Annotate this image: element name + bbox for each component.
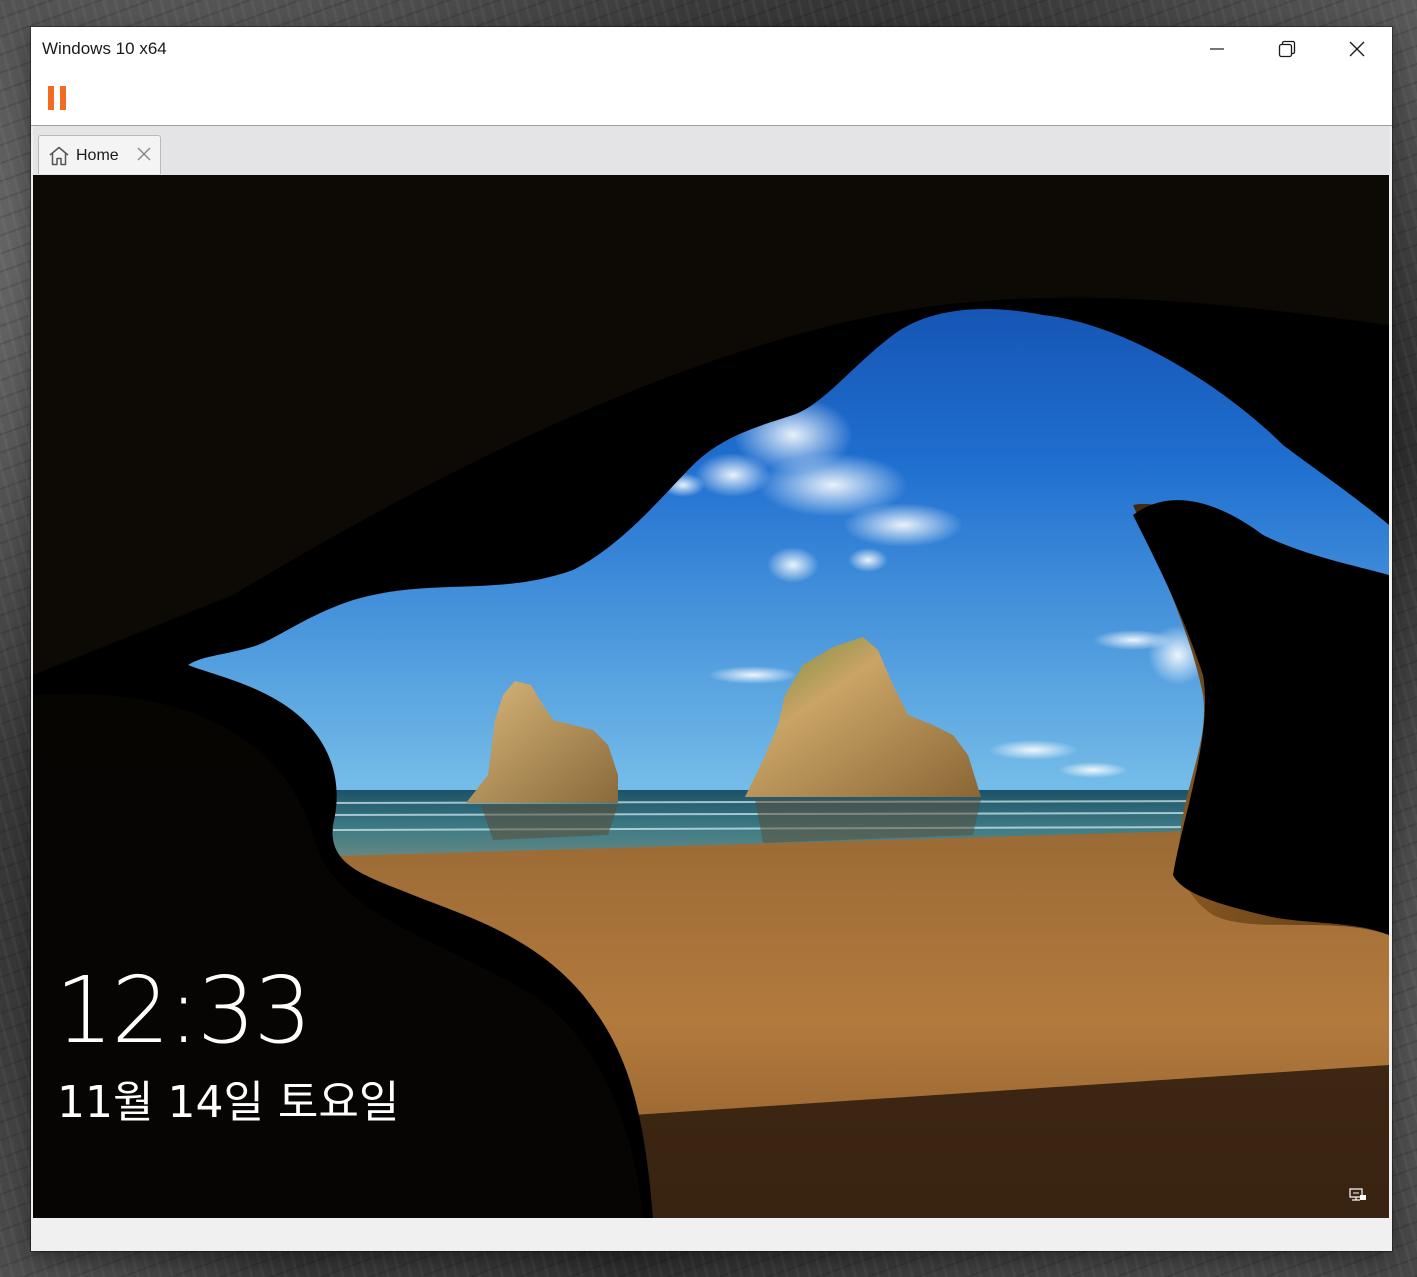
home-icon — [49, 146, 69, 166]
restore-icon — [1278, 40, 1296, 58]
vm-toolbar — [31, 71, 1392, 126]
minimize-icon — [1210, 48, 1224, 50]
tab-home[interactable]: Home — [38, 135, 161, 174]
window-controls — [1182, 27, 1392, 71]
close-button[interactable] — [1322, 27, 1392, 71]
lockscreen-date: 11월 14일 토요일 — [57, 1077, 400, 1128]
pause-icon — [48, 86, 66, 110]
minimize-button[interactable] — [1182, 27, 1252, 71]
tab-close-button[interactable] — [137, 147, 151, 161]
close-icon — [1349, 41, 1365, 57]
tab-label: Home — [76, 147, 119, 164]
title-bar[interactable]: Windows 10 x64 — [31, 27, 1392, 71]
vm-display[interactable]: 12:33 11월 14일 토요일 — [33, 175, 1389, 1218]
window-title: Windows 10 x64 — [42, 39, 167, 58]
restore-button[interactable] — [1252, 27, 1322, 71]
status-bar — [31, 1218, 1392, 1251]
vm-window: Windows 10 x64 Home 12:33 11월 14일 토요일 — [31, 27, 1392, 1251]
lockscreen-time: 12:33 — [55, 957, 312, 1064]
tab-strip: Home — [33, 126, 1390, 175]
pause-button[interactable] — [45, 84, 71, 112]
network-icon[interactable] — [1349, 1188, 1367, 1204]
